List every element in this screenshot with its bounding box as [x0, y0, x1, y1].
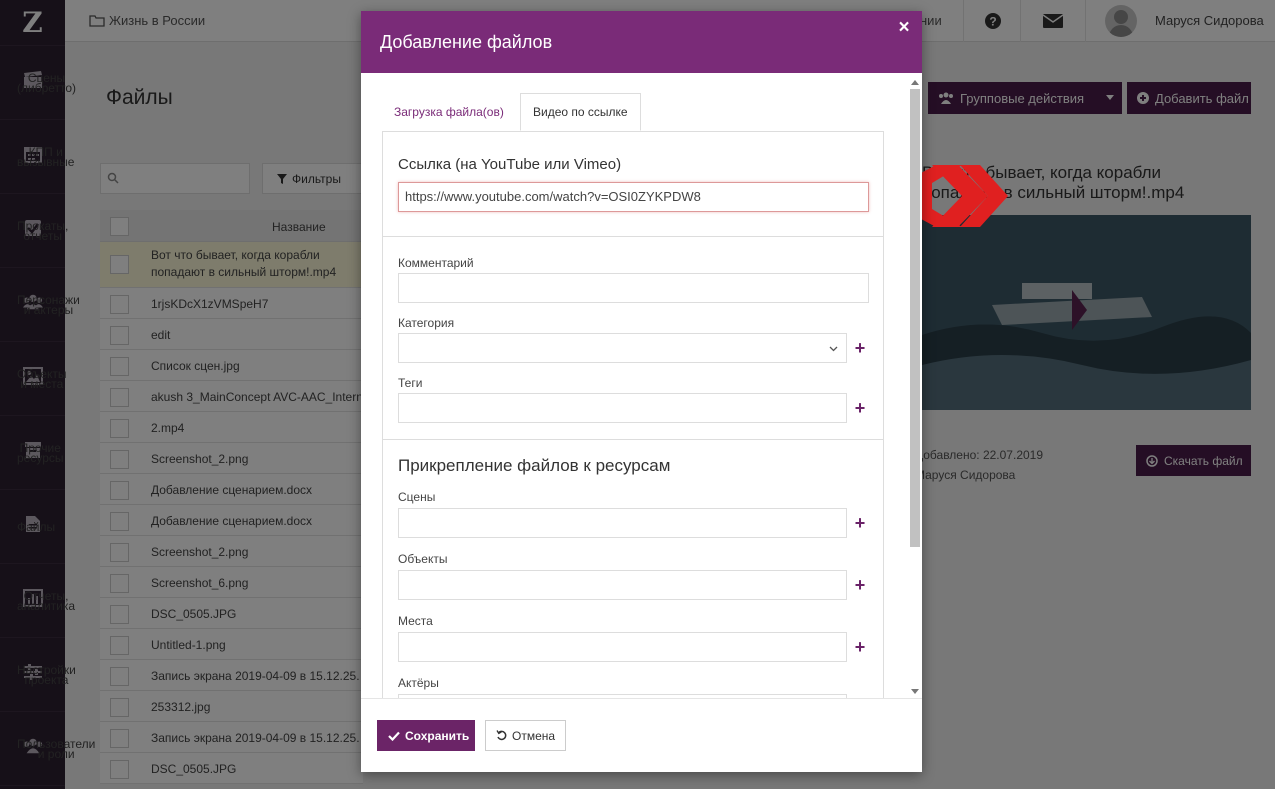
add-object-icon[interactable]: +	[853, 576, 867, 594]
close-icon[interactable]: ×	[896, 18, 912, 37]
modal-scrollbar[interactable]	[908, 77, 920, 697]
scroll-thumb[interactable]	[910, 89, 920, 547]
attach-section: Прикрепление файлов к ресурсам Сцены + О…	[383, 440, 883, 698]
modal-header: Добавление файлов ×	[361, 11, 922, 73]
link-label: Ссылка (на YouTube или Vimeo)	[398, 156, 622, 173]
tags-label: Теги	[398, 376, 423, 390]
cancel-button[interactable]: Отмена	[485, 720, 566, 751]
save-label: Сохранить	[405, 728, 470, 743]
category-select[interactable]	[398, 333, 847, 363]
objects-input[interactable]	[398, 570, 847, 600]
scroll-up-arrow[interactable]	[911, 80, 919, 85]
undo-icon	[496, 730, 507, 741]
add-category-icon[interactable]: +	[853, 339, 867, 357]
modal-title: Добавление файлов	[380, 32, 553, 52]
add-files-modal: Добавление файлов × Загрузка файла(ов) В…	[361, 11, 922, 772]
places-label: Места	[398, 614, 433, 628]
check-icon	[388, 731, 400, 741]
comment-input[interactable]	[398, 273, 869, 303]
scenes-label: Сцены	[398, 490, 436, 504]
add-scene-icon[interactable]: +	[853, 514, 867, 532]
attach-heading: Прикрепление файлов к ресурсам	[398, 456, 671, 475]
scenes-input[interactable]	[398, 508, 847, 538]
tab-video-by-link[interactable]: Видео по ссылке	[520, 93, 641, 131]
add-place-icon[interactable]: +	[853, 638, 867, 656]
actors-label: Актёры	[398, 676, 439, 690]
tab-upload-files[interactable]: Загрузка файла(ов)	[382, 93, 520, 131]
save-button[interactable]: Сохранить	[377, 720, 475, 751]
details-section: Комментарий Категория + Теги +	[383, 237, 883, 440]
category-label: Категория	[398, 316, 455, 330]
link-section: Ссылка (на YouTube или Vimeo) https://ww…	[383, 132, 883, 237]
places-input[interactable]	[398, 632, 847, 662]
objects-label: Объекты	[398, 552, 448, 566]
add-tag-icon[interactable]: +	[853, 399, 867, 417]
modal-footer: Сохранить Отмена	[361, 698, 922, 772]
url-input[interactable]: https://www.youtube.com/watch?v=OSI0ZYKP…	[398, 182, 869, 212]
scroll-down-arrow[interactable]	[911, 689, 919, 694]
chevron-down-icon	[829, 344, 838, 354]
tags-input[interactable]	[398, 393, 847, 423]
modal-body: Загрузка файла(ов) Видео по ссылке Ссылк…	[361, 73, 922, 698]
tab-panel: Ссылка (на YouTube или Vimeo) https://ww…	[382, 131, 884, 698]
cancel-label: Отмена	[512, 728, 556, 743]
comment-label: Комментарий	[398, 256, 474, 270]
